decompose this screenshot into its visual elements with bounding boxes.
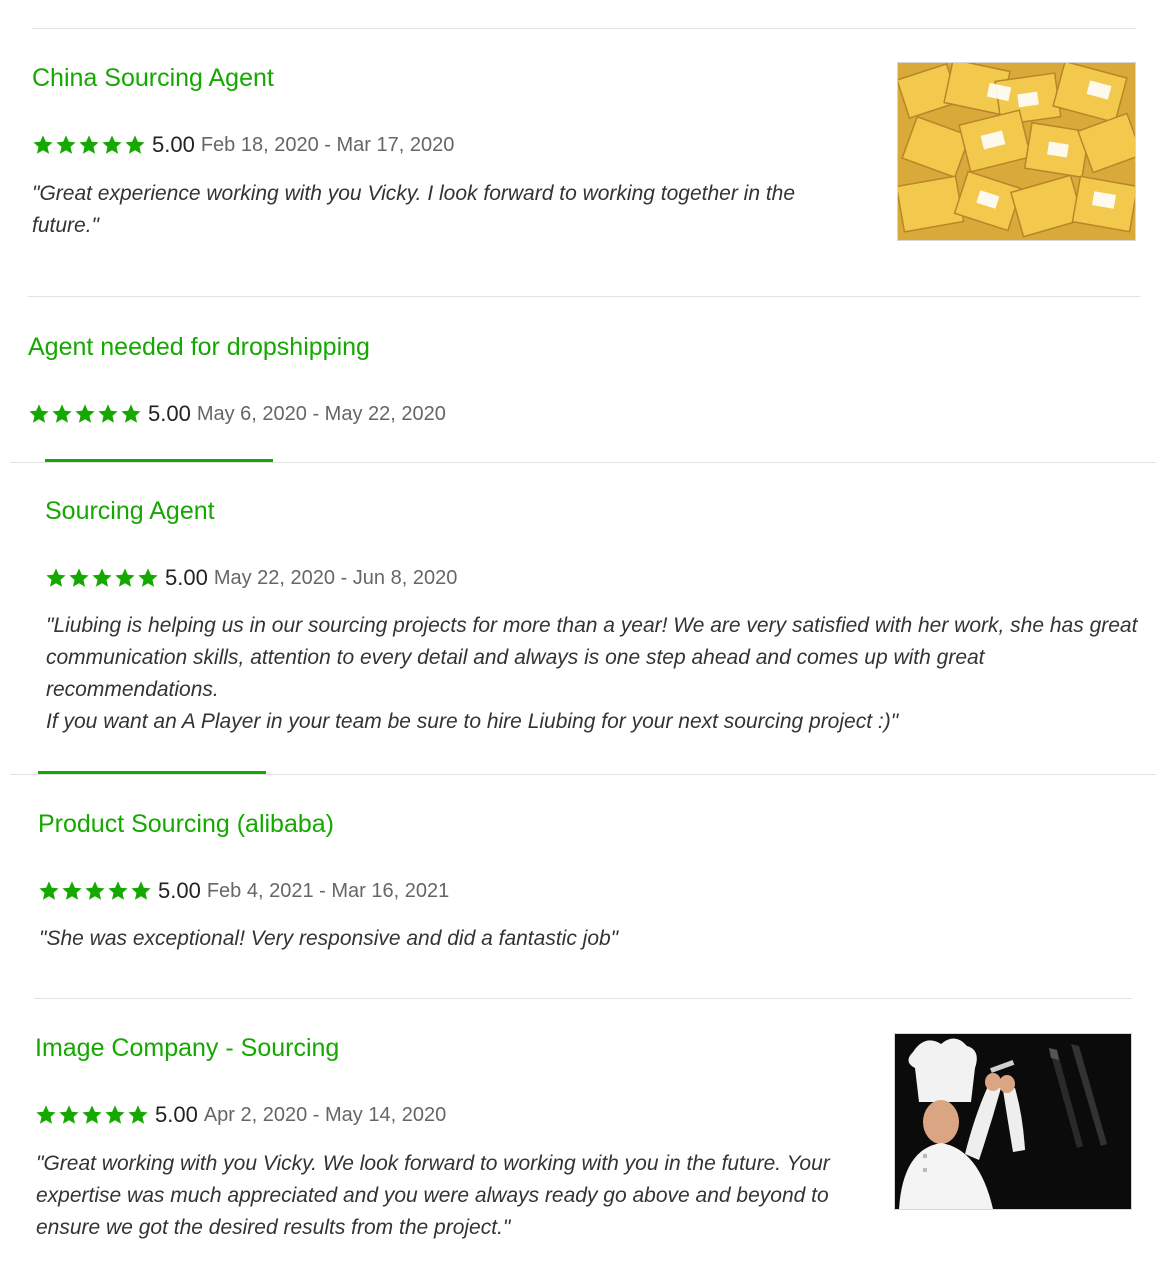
- star-rating: [32, 134, 146, 156]
- rating-row: 5.00 Feb 4, 2021 - Mar 16, 2021: [38, 878, 449, 904]
- date-range: Feb 4, 2021 - Mar 16, 2021: [206, 879, 450, 902]
- divider: [10, 774, 1156, 775]
- star-icon: [46, 568, 66, 587]
- portfolio-thumbnail[interactable]: [894, 1033, 1132, 1210]
- star-icon: [56, 135, 76, 154]
- job-title-link[interactable]: Image Company - Sourcing: [35, 1033, 339, 1063]
- rating-row: 5.00 Feb 18, 2020 - Mar 17, 2020: [32, 132, 454, 158]
- star-icon: [59, 1105, 79, 1124]
- review-quote: "Liubing is helping us in our sourcing p…: [46, 610, 1146, 738]
- job-title-link[interactable]: China Sourcing Agent: [32, 63, 274, 93]
- rating-row: 5.00 May 22, 2020 - Jun 8, 2020: [45, 565, 457, 591]
- star-rating: [28, 403, 142, 425]
- rating-row: 5.00 May 6, 2020 - May 22, 2020: [28, 401, 446, 427]
- star-rating: [38, 880, 152, 902]
- active-tab-indicator: [38, 771, 266, 774]
- star-icon: [79, 135, 99, 154]
- rating-score: 5.00: [165, 565, 208, 590]
- star-icon: [128, 1105, 148, 1124]
- divider: [10, 462, 1156, 463]
- date-range: Feb 18, 2020 - Mar 17, 2020: [200, 133, 455, 156]
- rating-score: 5.00: [152, 132, 195, 157]
- divider: [28, 296, 1140, 297]
- job-title-link[interactable]: Agent needed for dropshipping: [28, 332, 370, 362]
- rating-score: 5.00: [158, 878, 201, 903]
- rating-score: 5.00: [148, 401, 191, 426]
- review-quote: "She was exceptional! Very responsive an…: [39, 927, 619, 950]
- rating-row: 5.00 Apr 2, 2020 - May 14, 2020: [35, 1102, 446, 1128]
- divider: [34, 998, 1132, 999]
- date-range: May 6, 2020 - May 22, 2020: [196, 402, 446, 425]
- star-icon: [105, 1105, 125, 1124]
- rating-score: 5.00: [155, 1102, 198, 1127]
- star-icon: [52, 404, 72, 423]
- job-title-link[interactable]: Sourcing Agent: [45, 496, 215, 526]
- star-icon: [75, 404, 95, 423]
- active-tab-indicator: [45, 459, 273, 462]
- date-range: Apr 2, 2020 - May 14, 2020: [203, 1103, 447, 1126]
- date-range: May 22, 2020 - Jun 8, 2020: [213, 566, 458, 589]
- star-icon: [131, 881, 151, 900]
- star-icon: [69, 568, 89, 587]
- star-rating: [35, 1104, 149, 1126]
- star-icon: [102, 135, 122, 154]
- star-icon: [82, 1105, 102, 1124]
- star-icon: [138, 568, 158, 587]
- star-icon: [115, 568, 135, 587]
- star-icon: [92, 568, 112, 587]
- job-title-link[interactable]: Product Sourcing (alibaba): [38, 809, 334, 839]
- star-rating: [45, 567, 159, 589]
- star-icon: [98, 404, 118, 423]
- star-icon: [125, 135, 145, 154]
- star-icon: [121, 404, 141, 423]
- divider: [32, 28, 1136, 29]
- packages-image: [898, 63, 1135, 240]
- portfolio-thumbnail[interactable]: [897, 62, 1136, 241]
- chef-knives-image: [895, 1034, 1131, 1209]
- review-quote: "Great experience working with you Vicky…: [32, 182, 796, 237]
- star-icon: [33, 135, 53, 154]
- star-icon: [36, 1105, 56, 1124]
- review-quote: "Great working with you Vicky. We look f…: [36, 1152, 830, 1239]
- review-quote-paragraph: "Liubing is helping us in our sourcing p…: [46, 614, 1138, 701]
- review-quote-paragraph: If you want an A Player in your team be …: [46, 710, 899, 733]
- star-icon: [108, 881, 128, 900]
- star-icon: [62, 881, 82, 900]
- star-icon: [29, 404, 49, 423]
- star-icon: [39, 881, 59, 900]
- star-icon: [85, 881, 105, 900]
